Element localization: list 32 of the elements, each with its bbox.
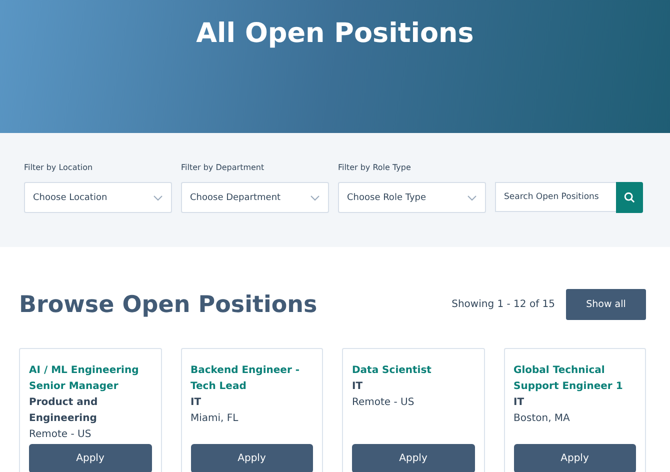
job-department: Product and Engineering	[29, 396, 99, 426]
search-field[interactable]: Search Open Positions	[495, 182, 616, 212]
show-all-button[interactable]: Show all	[566, 289, 646, 320]
job-title[interactable]: Global Technical Support Engineer 1	[514, 363, 636, 395]
job-department: IT	[352, 380, 364, 394]
apply-button[interactable]: Apply	[190, 444, 313, 472]
apply-button[interactable]: Apply	[29, 444, 152, 472]
search-button[interactable]	[616, 182, 643, 213]
filter-dropdown[interactable]: Choose Role Type	[338, 182, 486, 213]
job-location: Boston, MA	[514, 412, 571, 426]
filter-dropdown[interactable]: Choose Location	[24, 182, 172, 213]
filter-label: Filter by Department	[181, 163, 266, 174]
job-department: IT	[514, 396, 526, 410]
job-location: Remote - US	[29, 428, 92, 442]
hero-title: All Open Positions	[196, 18, 474, 51]
job-title[interactable]: Backend Engineer - Tech Lead	[190, 363, 313, 395]
chevron-icon	[467, 194, 477, 200]
filter-label: Filter by Location	[24, 163, 94, 174]
results-count: Showing 1 - 12 of 15	[452, 299, 555, 310]
job-location: Miami, FL	[190, 412, 240, 426]
job-title[interactable]: AI / ML Engineering Senior Manager	[29, 363, 152, 395]
job-title[interactable]: Data Scientist	[352, 363, 474, 379]
search-icon	[624, 192, 635, 203]
apply-button[interactable]: Apply	[514, 444, 636, 472]
filter-dropdown[interactable]: Choose Department	[181, 182, 329, 213]
job-department: IT	[190, 396, 202, 410]
section-title: Browse Open Positions	[19, 292, 318, 318]
filter-label: Filter by Role Type	[338, 163, 412, 174]
chevron-icon	[310, 194, 320, 200]
job-location: Remote - US	[352, 396, 416, 410]
apply-button[interactable]: Apply	[352, 444, 474, 472]
chevron-icon	[153, 194, 163, 200]
